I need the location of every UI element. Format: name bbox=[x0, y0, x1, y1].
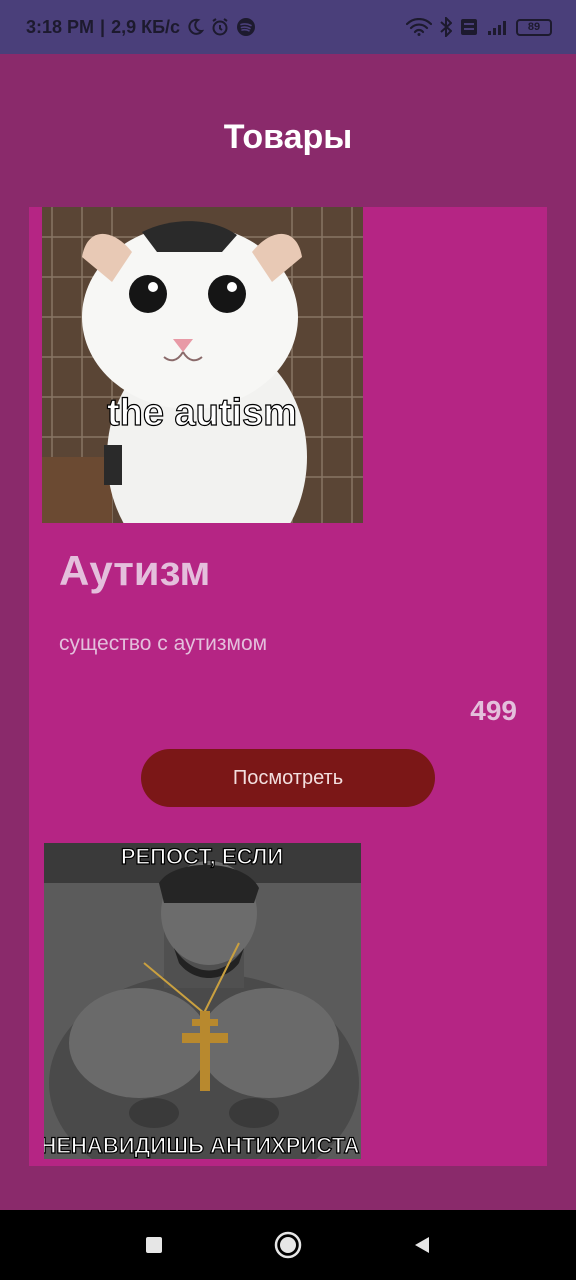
signal-icon bbox=[486, 17, 508, 37]
product-image-gigachad[interactable]: РЕПОСТ, ЕСЛИ НЕНАВИДИШЬ АНТИХРИСТА bbox=[44, 843, 361, 1159]
product-list[interactable]: the autism Аутизм существо с аутизмом 49… bbox=[29, 207, 547, 1166]
view-button[interactable]: Посмотреть bbox=[141, 749, 435, 807]
product-description: существо с аутизмом bbox=[59, 632, 268, 655]
back-icon[interactable] bbox=[402, 1225, 442, 1265]
status-bar: 3:18 PM | 2,9 КБ/с 89 bbox=[0, 0, 576, 54]
status-left: 3:18 PM | 2,9 КБ/с bbox=[26, 17, 256, 38]
moon-icon bbox=[186, 18, 205, 36]
meme-caption-bottom: НЕНАВИДИШЬ АНТИХРИСТА bbox=[44, 1133, 360, 1158]
wifi-icon bbox=[406, 18, 432, 36]
meme-caption-top: РЕПОСТ, ЕСЛИ bbox=[121, 844, 283, 869]
navigation-bar bbox=[0, 1210, 576, 1280]
cat-picture: the autism bbox=[42, 207, 363, 523]
page-title: Товары bbox=[223, 118, 353, 156]
home-icon[interactable] bbox=[268, 1225, 308, 1265]
bluetooth-icon bbox=[440, 17, 452, 37]
network-speed: 2,9 КБ/с bbox=[111, 16, 181, 37]
cat-image-caption: the autism bbox=[107, 392, 297, 434]
product-price: 499 bbox=[470, 695, 517, 726]
app-screen: Товары the autism Аутизм существо с аути… bbox=[0, 54, 576, 1210]
status-time: 3:18 PM bbox=[26, 16, 95, 37]
status-separator: | bbox=[100, 16, 106, 37]
status-right: 89 bbox=[406, 17, 552, 37]
recents-icon[interactable] bbox=[134, 1225, 174, 1265]
battery-icon: 89 bbox=[516, 18, 552, 36]
volte-icon bbox=[460, 18, 478, 36]
spotify-icon bbox=[236, 17, 256, 37]
gigachad-picture: РЕПОСТ, ЕСЛИ НЕНАВИДИШЬ АНТИХРИСТА bbox=[44, 843, 361, 1159]
product-image-cat[interactable]: the autism bbox=[42, 207, 363, 523]
alarm-icon bbox=[210, 17, 230, 37]
product-name: Аутизм bbox=[59, 547, 211, 594]
